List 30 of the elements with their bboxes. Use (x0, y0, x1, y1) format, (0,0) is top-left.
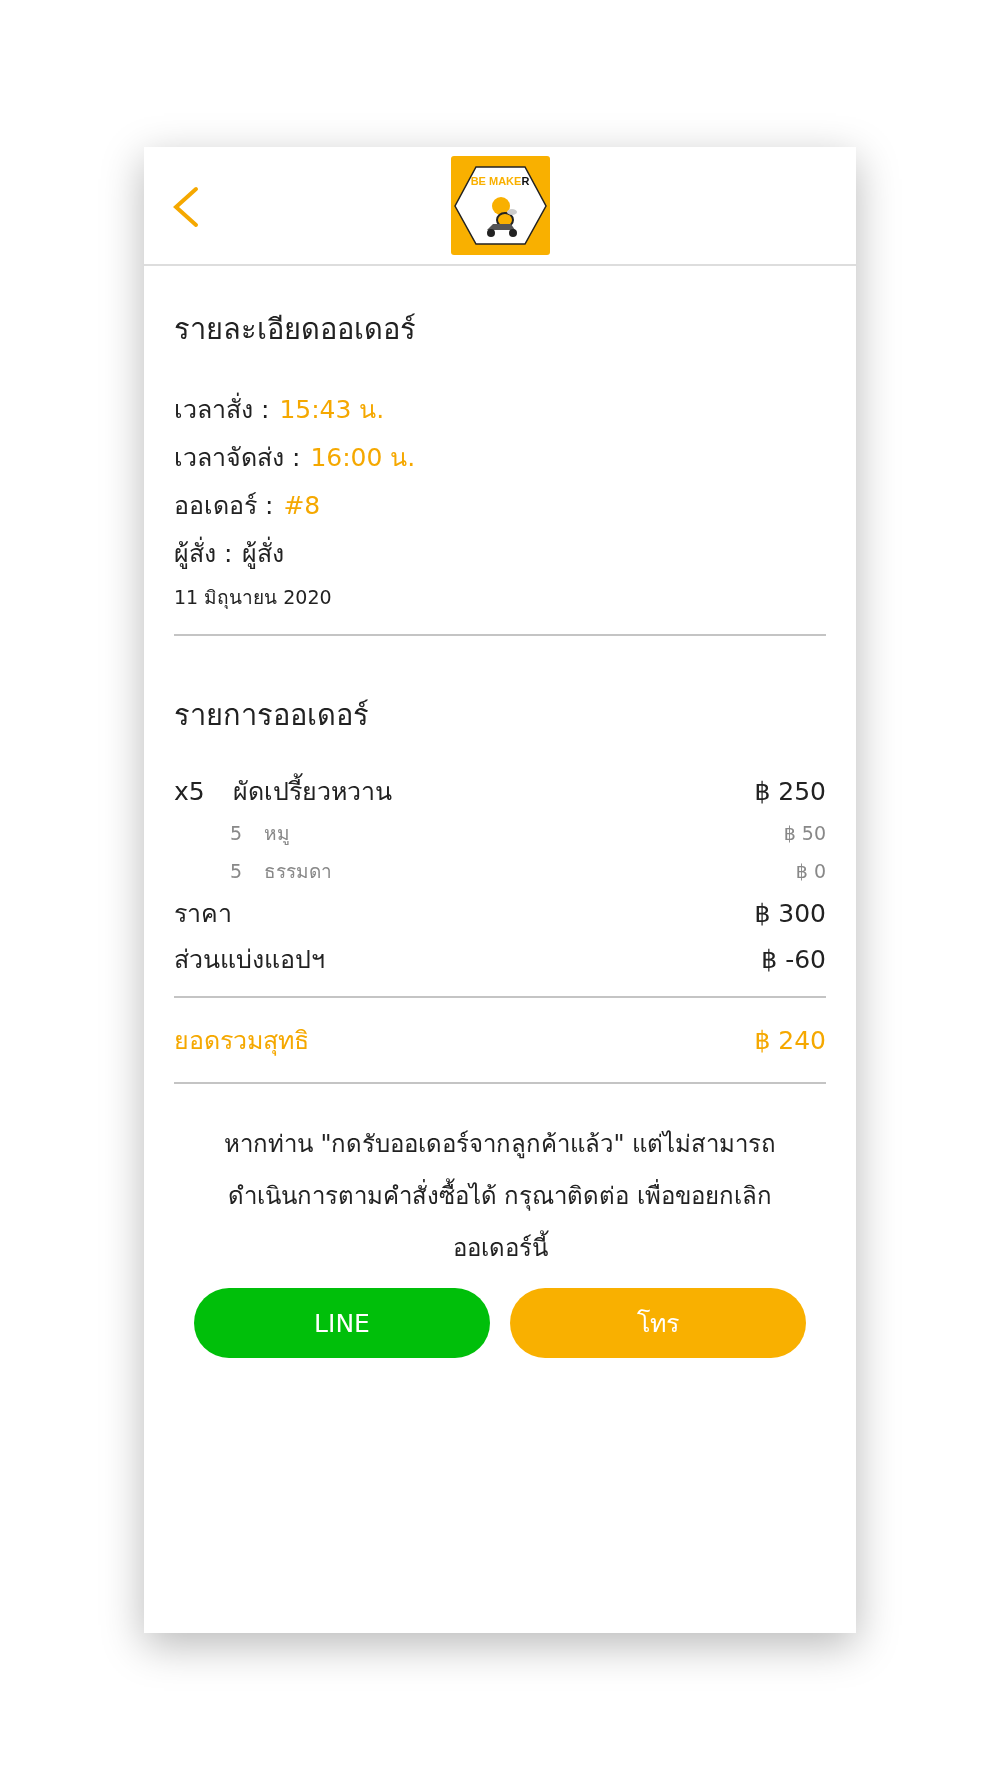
item-name: ผัดเปรี้ยวหวาน (232, 771, 392, 811)
field-value: ผู้สั่ง (242, 530, 285, 578)
field-value: 15:43 น. (279, 394, 385, 426)
order-date: 11 มิถุนายน 2020 (174, 585, 333, 611)
option-price: ฿ 50 (783, 822, 826, 844)
field-label: ออเดอร์ : (174, 490, 274, 522)
field-value: #8 (283, 490, 321, 522)
option-price: ฿ 0 (795, 860, 826, 882)
item-price: ฿ 250 (754, 776, 826, 806)
notice-text: หากท่าน "กดรับออเดอร์จากลูกค้าแล้ว" แต่ไม่สามารถดำเนินการตามคำสั่งซื้อได้ กรุณาติดต่อ เพื่อขอยกเลิกออเดอร์นี้ (222, 1129, 778, 1264)
option-name: หมู (264, 821, 291, 847)
total-value: ฿ 240 (754, 1025, 826, 1055)
summary-label: ส่วนแบ่งแอปฯ (174, 944, 325, 976)
call-button[interactable]: โทร (510, 1288, 806, 1358)
section-title: รายละเอียดออเดอร์ (174, 311, 417, 348)
logo-text: BE MAKER (470, 174, 530, 187)
field-value: 16:00 น. (310, 442, 416, 474)
summary-value: ฿ 300 (754, 898, 826, 928)
summary-value: ฿ -60 (761, 944, 826, 974)
option-quantity: 5 (230, 822, 243, 844)
section-title: รายการออเดอร์ (174, 697, 370, 734)
item-quantity: x5 (174, 777, 205, 806)
option-name: ธรรมดา (264, 859, 333, 884)
total-label: ยอดรวมสุทธิ (174, 1025, 309, 1058)
option-quantity: 5 (230, 860, 243, 882)
field-label: เวลาสั่ง : (174, 386, 270, 434)
field-label: ผู้สั่ง : (174, 530, 233, 578)
summary-label: ราคา (174, 898, 232, 930)
field-label: เวลาจัดส่ง : (174, 442, 301, 474)
line-button[interactable]: LINE (194, 1288, 490, 1358)
